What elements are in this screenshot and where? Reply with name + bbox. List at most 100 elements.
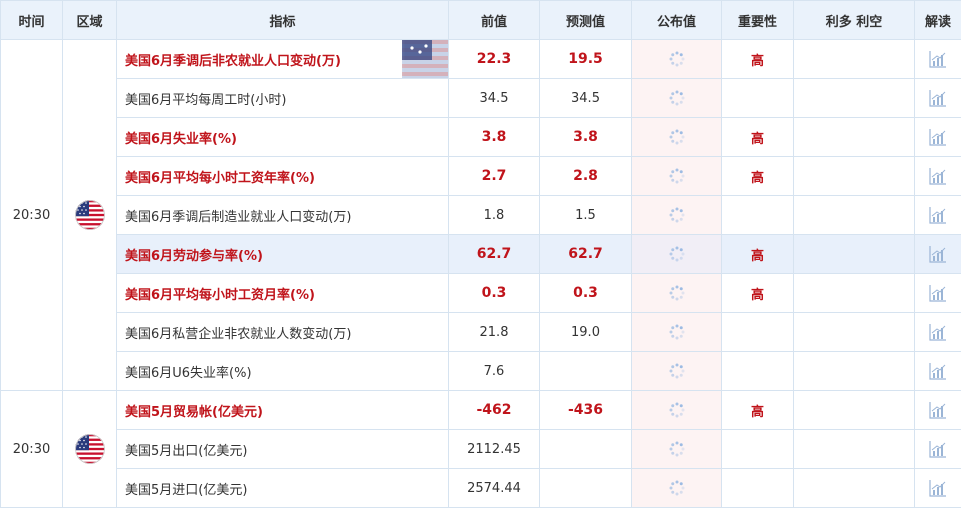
indicator-label: 美国6月季调后非农就业人口变动(万) <box>125 53 341 69</box>
indicator-label: 美国5月进口(亿美元) <box>125 482 248 498</box>
importance-level <box>721 351 794 391</box>
indicator-name[interactable]: 美国6月劳动参与率(%) <box>116 234 449 274</box>
table-row: 美国6月失业率(%) 3.8 3.8 高 <box>1 117 961 157</box>
interpret-cell[interactable] <box>914 273 961 313</box>
interpret-cell[interactable] <box>914 156 961 196</box>
bar-chart-icon[interactable] <box>928 400 948 420</box>
interpret-cell[interactable] <box>914 429 961 469</box>
indicator-name[interactable]: 美国5月贸易帐(亿美元) <box>116 390 449 430</box>
previous-value: 7.6 <box>448 351 540 391</box>
table-row: 美国6月私营企业非农就业人数变动(万) 21.8 19.0 <box>1 312 961 352</box>
bar-chart-icon[interactable] <box>928 88 948 108</box>
indicator-name[interactable]: 美国6月私营企业非农就业人数变动(万) <box>116 312 449 352</box>
indicator-name[interactable]: 美国6月失业率(%) <box>116 117 449 157</box>
forecast-value: 19.5 <box>539 39 632 79</box>
indicator-name[interactable]: 美国5月进口(亿美元) <box>116 468 449 508</box>
us-flag-icon <box>74 200 105 230</box>
bar-chart-icon[interactable] <box>928 205 948 225</box>
actual-value <box>631 39 722 79</box>
indicator-label: 美国6月U6失业率(%) <box>125 365 252 381</box>
header-effect: 利多 利空 <box>793 0 915 40</box>
importance-level: 高 <box>721 234 794 274</box>
forecast-value <box>539 351 632 391</box>
interpret-cell[interactable] <box>914 234 961 274</box>
indicator-label: 美国5月贸易帐(亿美元) <box>125 404 263 420</box>
indicator-name[interactable]: 美国5月出口(亿美元) <box>116 429 449 469</box>
effect-cell <box>793 273 915 313</box>
indicator-label: 美国5月出口(亿美元) <box>125 443 248 459</box>
bar-chart-icon[interactable] <box>928 478 948 498</box>
header-region: 区域 <box>62 0 117 40</box>
bar-chart-icon[interactable] <box>928 166 948 186</box>
loading-spinner-icon <box>668 362 686 380</box>
actual-value <box>631 195 722 235</box>
bar-chart-icon[interactable] <box>928 283 948 303</box>
interpret-cell[interactable] <box>914 312 961 352</box>
interpret-cell[interactable] <box>914 78 961 118</box>
forecast-value: 0.3 <box>539 273 632 313</box>
loading-spinner-icon <box>668 89 686 107</box>
effect-cell <box>793 117 915 157</box>
actual-value <box>631 312 722 352</box>
indicator-label: 美国6月平均每小时工资月率(%) <box>125 287 315 303</box>
bar-chart-icon[interactable] <box>928 49 948 69</box>
bar-chart-icon[interactable] <box>928 322 948 342</box>
importance-level <box>721 78 794 118</box>
effect-cell <box>793 195 915 235</box>
forecast-value: 2.8 <box>539 156 632 196</box>
actual-value <box>631 273 722 313</box>
bar-chart-icon[interactable] <box>928 244 948 264</box>
actual-value <box>631 117 722 157</box>
interpret-cell[interactable] <box>914 39 961 79</box>
forecast-value: 34.5 <box>539 78 632 118</box>
previous-value: 0.3 <box>448 273 540 313</box>
effect-cell <box>793 312 915 352</box>
event-time: 20:30 <box>0 39 63 391</box>
forecast-value <box>539 429 632 469</box>
indicator-label: 美国6月季调后制造业就业人口变动(万) <box>125 209 352 225</box>
effect-cell <box>793 351 915 391</box>
header-importance: 重要性 <box>721 0 794 40</box>
interpret-cell[interactable] <box>914 468 961 508</box>
effect-cell <box>793 390 915 430</box>
loading-spinner-icon <box>668 440 686 458</box>
forecast-value: -436 <box>539 390 632 430</box>
bar-chart-icon[interactable] <box>928 361 948 381</box>
interpret-cell[interactable] <box>914 195 961 235</box>
indicator-label: 美国6月失业率(%) <box>125 131 237 147</box>
table-row: 美国6月平均每周工时(小时) 34.5 34.5 <box>1 78 961 118</box>
header-interpret: 解读 <box>914 0 961 40</box>
importance-level <box>721 195 794 235</box>
importance-level: 高 <box>721 156 794 196</box>
indicator-label: 美国6月平均每小时工资年率(%) <box>125 170 315 186</box>
indicator-name[interactable]: 美国6月平均每小时工资月率(%) <box>116 273 449 313</box>
interpret-cell[interactable] <box>914 390 961 430</box>
indicator-name[interactable]: 美国6月U6失业率(%) <box>116 351 449 391</box>
table-row: 美国6月季调后制造业就业人口变动(万) 1.8 1.5 <box>1 195 961 235</box>
indicator-name[interactable]: 美国6月季调后非农就业人口变动(万) <box>116 39 449 79</box>
effect-cell <box>793 78 915 118</box>
effect-cell <box>793 156 915 196</box>
bar-chart-icon[interactable] <box>928 127 948 147</box>
actual-value <box>631 468 722 508</box>
previous-value: -462 <box>448 390 540 430</box>
interpret-cell[interactable] <box>914 117 961 157</box>
header-indicator: 指标 <box>116 0 449 40</box>
indicator-name[interactable]: 美国6月平均每小时工资年率(%) <box>116 156 449 196</box>
bar-chart-icon[interactable] <box>928 439 948 459</box>
forecast-value: 1.5 <box>539 195 632 235</box>
loading-spinner-icon <box>668 206 686 224</box>
table-row: 美国6月平均每小时工资年率(%) 2.7 2.8 高 <box>1 156 961 196</box>
loading-spinner-icon <box>668 50 686 68</box>
table-row: 美国6月劳动参与率(%) 62.7 62.7 高 <box>1 234 961 274</box>
economic-calendar-table: 时间 区域 指标 前值 预测值 公布值 重要性 利多 利空 解读 20:30 美国… <box>0 0 961 508</box>
indicator-name[interactable]: 美国6月季调后制造业就业人口变动(万) <box>116 195 449 235</box>
loading-spinner-icon <box>668 401 686 419</box>
forecast-value: 3.8 <box>539 117 632 157</box>
importance-level: 高 <box>721 39 794 79</box>
indicator-name[interactable]: 美国6月平均每周工时(小时) <box>116 78 449 118</box>
interpret-cell[interactable] <box>914 351 961 391</box>
indicator-label: 美国6月劳动参与率(%) <box>125 248 263 264</box>
loading-spinner-icon <box>668 128 686 146</box>
effect-cell <box>793 234 915 274</box>
